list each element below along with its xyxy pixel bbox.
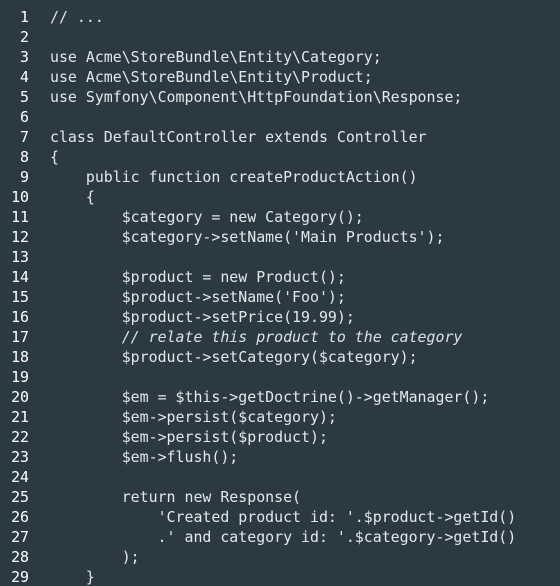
code-line: 1 // ... (0, 7, 560, 27)
code-text[interactable]: $category = new Category(); (50, 207, 364, 227)
code-editor: 1 // ... 2 3 use Acme\StoreBundle\Entity… (0, 0, 560, 586)
code-text[interactable]: $product->setCategory($category); (50, 347, 418, 367)
line-number: 13 (11, 248, 29, 266)
code-line: 27 .' and category id: '.$category->getI… (0, 527, 560, 547)
code-text[interactable]: $product = new Product(); (50, 267, 346, 287)
code-text[interactable]: .' and category id: '.$category->getId() (50, 527, 517, 547)
code-line: 22 $em->persist($product); (0, 427, 560, 447)
code-text[interactable]: $em->persist($product); (50, 427, 328, 447)
line-number: 29 (11, 568, 29, 586)
code-text[interactable]: public function createProductAction() (50, 167, 418, 187)
line-number: 25 (11, 488, 29, 506)
line-number: 21 (11, 408, 29, 426)
code-line: 12 $category->setName('Main Products'); (0, 227, 560, 247)
code-line: 23 $em->flush(); (0, 447, 560, 467)
code-text[interactable]: $product->setName('Foo'); (50, 287, 346, 307)
code-text[interactable]: $em->flush(); (50, 447, 239, 467)
line-number: 18 (11, 348, 29, 366)
code-line: 5 use Symfony\Component\HttpFoundation\R… (0, 87, 560, 107)
code-text[interactable]: $category->setName('Main Products'); (50, 227, 445, 247)
code-text[interactable]: return new Response( (50, 487, 301, 507)
code-text[interactable]: use Acme\StoreBundle\Entity\Product; (50, 67, 373, 87)
line-number: 9 (20, 168, 29, 186)
line-number: 28 (11, 548, 29, 566)
code-line: 19 (0, 367, 560, 387)
code-text[interactable]: use Acme\StoreBundle\Entity\Category; (50, 47, 382, 67)
code-line: 20 $em = $this->getDoctrine()->getManage… (0, 387, 560, 407)
code-text[interactable]: $em = $this->getDoctrine()->getManager()… (50, 387, 490, 407)
line-number: 10 (11, 188, 29, 206)
code-line: 29 } (0, 567, 560, 586)
code-line: 15 $product->setName('Foo'); (0, 287, 560, 307)
line-number: 16 (11, 308, 29, 326)
code-text[interactable]: use Symfony\Component\HttpFoundation\Res… (50, 87, 462, 107)
line-number: 5 (20, 88, 29, 106)
code-line: 4 use Acme\StoreBundle\Entity\Product; (0, 67, 560, 87)
line-number: 23 (11, 448, 29, 466)
code-line: 7 class DefaultController extends Contro… (0, 127, 560, 147)
code-line: 25 return new Response( (0, 487, 560, 507)
line-number: 26 (11, 508, 29, 526)
code-text[interactable]: { (50, 187, 95, 207)
code-text[interactable]: $em->persist($category); (50, 407, 337, 427)
line-number: 22 (11, 428, 29, 446)
line-number: 11 (11, 208, 29, 226)
code-text[interactable]: // relate this product to the category (50, 327, 463, 347)
code-text[interactable]: { (50, 147, 59, 167)
code-line: 8 { (0, 147, 560, 167)
code-line: 13 (0, 247, 560, 267)
line-number: 17 (11, 328, 29, 346)
line-number: 12 (11, 228, 29, 246)
code-line: 18 $product->setCategory($category); (0, 347, 560, 367)
code-line: 17 // relate this product to the categor… (0, 327, 560, 347)
line-number: 14 (11, 268, 29, 286)
line-number: 1 (20, 8, 29, 26)
line-number: 4 (20, 68, 29, 86)
code-line: 14 $product = new Product(); (0, 267, 560, 287)
code-line: 2 (0, 27, 560, 47)
code-line: 11 $category = new Category(); (0, 207, 560, 227)
line-number: 7 (20, 128, 29, 146)
code-line: 6 (0, 107, 560, 127)
code-line: 3 use Acme\StoreBundle\Entity\Category; (0, 47, 560, 67)
code-text[interactable]: } (50, 567, 95, 586)
code-line: 26 'Created product id: '.$product->getI… (0, 507, 560, 527)
code-line: 24 (0, 467, 560, 487)
code-line: 21 $em->persist($category); (0, 407, 560, 427)
line-number: 6 (20, 108, 29, 126)
code-line: 9 public function createProductAction() (0, 167, 560, 187)
code-text[interactable]: $product->setPrice(19.99); (50, 307, 355, 327)
line-number: 2 (20, 28, 29, 46)
line-number: 8 (20, 148, 29, 166)
code-text[interactable]: class DefaultController extends Controll… (50, 127, 427, 147)
line-number: 20 (11, 388, 29, 406)
line-number: 3 (20, 48, 29, 66)
line-number: 27 (11, 528, 29, 546)
code-line: 28 ); (0, 547, 560, 567)
line-number: 24 (11, 468, 29, 486)
line-number: 19 (11, 368, 29, 386)
code-line: 10 { (0, 187, 560, 207)
code-text[interactable]: ); (50, 547, 140, 567)
code-line: 16 $product->setPrice(19.99); (0, 307, 560, 327)
code-text[interactable]: // ... (50, 7, 104, 27)
line-number: 15 (11, 288, 29, 306)
code-text[interactable]: 'Created product id: '.$product->getId() (50, 507, 517, 527)
